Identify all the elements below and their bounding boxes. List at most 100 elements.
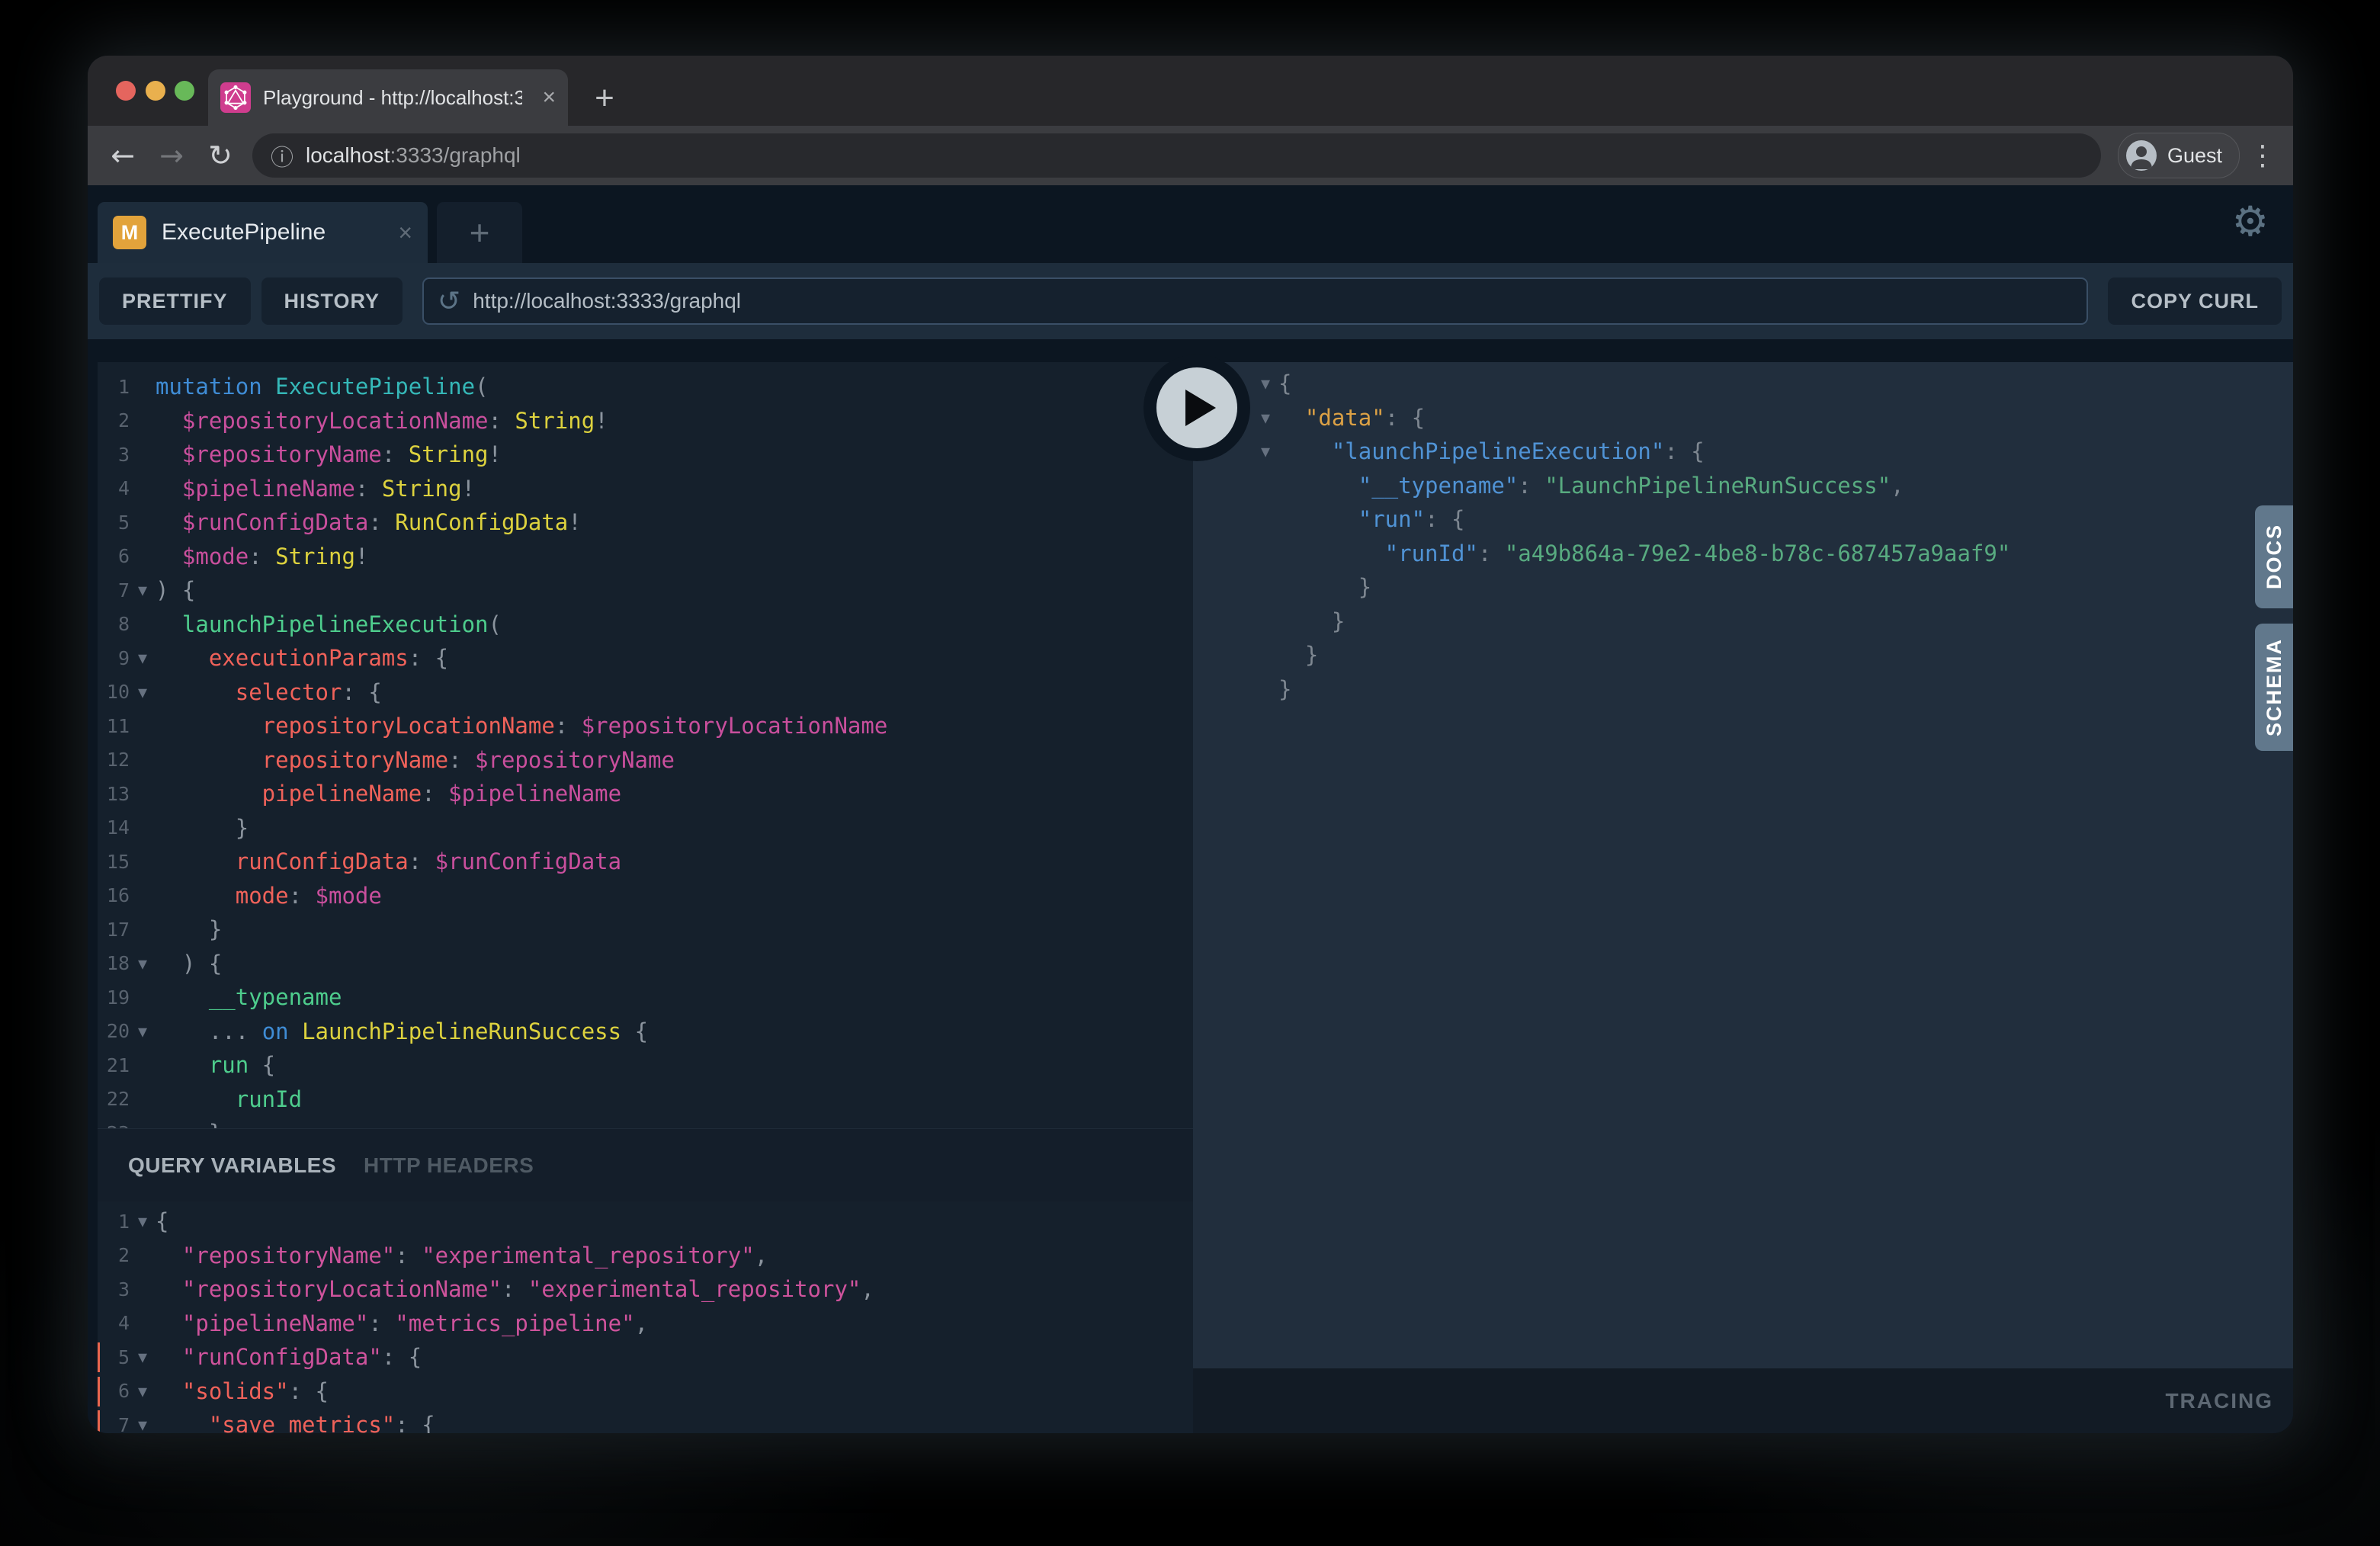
browser-window: Playground - http://localhost:3 × + ← → … [88,56,2293,1433]
code-line: 9▾ executionParams: { [98,641,1193,675]
traffic-close-button[interactable] [116,81,136,101]
new-session-tab-button[interactable]: + [437,202,522,263]
line-number: 12 [98,749,130,771]
mutation-badge: M [113,216,146,249]
fold-arrow-icon[interactable]: ▾ [130,579,156,601]
prettify-button[interactable]: PRETTIFY [99,277,251,325]
line-number: 19 [98,986,130,1009]
line-number: 13 [98,783,130,805]
session-close-icon[interactable]: × [398,219,412,247]
fold-arrow-icon[interactable]: ▾ [1253,441,1278,462]
code-line: 2 $repositoryLocationName: String! [98,404,1193,438]
line-number: 1 [98,1211,130,1233]
code-line: 7▾ "save_metrics": { [98,1408,1193,1433]
code-text: executionParams: { [156,641,448,675]
code-line: 18▾ ) { [98,947,1193,981]
code-line: 20▾ ... on LaunchPipelineRunSuccess { [98,1015,1193,1049]
line-number: 10 [98,681,130,703]
response-line: } [1253,570,2293,605]
docs-side-tab[interactable]: DOCS [2255,505,2293,608]
settings-gear-icon[interactable]: ⚙ [2232,197,2269,245]
reload-icon[interactable]: ↻ [196,139,245,172]
code-text: runConfigData: $runConfigData [156,845,621,879]
url-bar[interactable]: ⓘ localhost:3333/graphql [252,133,2101,178]
line-number: 5 [98,512,130,534]
lint-marker-icon [98,1410,100,1433]
play-icon [1156,367,1237,448]
code-line: 1mutation ExecutePipeline( [98,370,1193,404]
site-info-icon[interactable]: ⓘ [271,139,293,172]
forward-icon[interactable]: → [147,139,196,172]
traffic-zoom-button[interactable] [175,81,194,101]
line-number: 4 [98,1312,130,1334]
code-text: "solids": { [156,1374,329,1409]
history-button[interactable]: HISTORY [261,277,403,325]
fold-arrow-icon[interactable]: ▾ [130,1021,156,1042]
code-line: 5 $runConfigData: RunConfigData! [98,505,1193,540]
person-icon [2126,140,2157,171]
code-text: } [1278,638,1318,672]
code-text: } [156,811,249,845]
code-text: "pipelineName": "metrics_pipeline", [156,1307,648,1341]
browser-tab-title: Playground - http://localhost:3 [263,86,522,110]
copy-curl-button[interactable]: COPY CURL [2108,277,2282,325]
tab-query-variables[interactable]: QUERY VARIABLES [128,1153,336,1178]
code-text: { [1278,367,1291,401]
code-line: 23 } [98,1116,1193,1128]
fold-arrow-icon[interactable]: ▾ [1253,373,1278,394]
browser-tab[interactable]: Playground - http://localhost:3 × [208,69,568,126]
traffic-minimize-button[interactable] [146,81,165,101]
code-text: __typename [156,980,342,1015]
profile-button[interactable]: Guest [2118,133,2240,178]
fold-arrow-icon[interactable]: ▾ [130,647,156,669]
fold-arrow-icon[interactable]: ▾ [130,682,156,703]
line-number: 21 [98,1054,130,1076]
back-icon[interactable]: ← [98,139,147,172]
code-line: 4 "pipelineName": "metrics_pipeline", [98,1307,1193,1341]
code-line: 22 runId [98,1083,1193,1117]
browser-menu-icon[interactable]: ⋮ [2240,140,2285,172]
response-line: "run": { [1253,502,2293,537]
line-number: 20 [98,1020,130,1042]
fold-arrow-icon[interactable]: ▾ [1253,407,1278,428]
code-line: 1▾{ [98,1204,1193,1239]
line-number: 7 [98,579,130,601]
line-number: 2 [98,409,130,431]
line-number: 5 [98,1346,130,1368]
code-line: 19 __typename [98,980,1193,1015]
code-line: 13 pipelineName: $pipelineName [98,777,1193,811]
tracing-label[interactable]: TRACING [2165,1389,2273,1413]
new-tab-button[interactable]: + [585,79,624,118]
response-line: "runId": "a49b864a-79e2-4be8-b78c-687457… [1253,537,2293,571]
line-number: 4 [98,477,130,499]
line-number: 16 [98,884,130,906]
response-line: } [1253,672,2293,707]
code-line: 6 $mode: String! [98,540,1193,574]
tab-http-headers[interactable]: HTTP HEADERS [364,1153,534,1178]
playground-toolbar: PRETTIFY HISTORY ↺ http://localhost:3333… [88,263,2293,339]
response-line: ▾ "data": { [1253,401,2293,435]
fold-arrow-icon[interactable]: ▾ [130,1346,156,1368]
tab-close-icon[interactable]: × [542,86,556,109]
session-tab-executepipeline[interactable]: M ExecutePipeline × [98,202,428,263]
response-line: } [1253,638,2293,672]
graphql-favicon-icon [220,82,251,113]
browser-toolbar: ← → ↻ ⓘ localhost:3333/graphql Guest ⋮ [88,126,2293,185]
response-footer: TRACING [1193,1368,2293,1433]
code-line: 12 repositoryName: $repositoryName [98,743,1193,778]
variables-editor[interactable]: 1▾{2 "repositoryName": "experimental_rep… [98,1201,1193,1433]
fold-arrow-icon[interactable]: ▾ [130,1414,156,1433]
code-line: 7▾) { [98,573,1193,608]
endpoint-input[interactable]: ↺ http://localhost:3333/graphql [422,277,2088,325]
code-text: mode: $mode [156,879,382,913]
code-text: "repositoryName": "experimental_reposito… [156,1239,768,1273]
fold-arrow-icon[interactable]: ▾ [130,953,156,974]
schema-side-tab[interactable]: SCHEMA [2255,624,2293,751]
code-text: "save_metrics": { [156,1408,435,1433]
execute-button[interactable] [1143,354,1250,461]
restore-endpoint-icon[interactable]: ↺ [438,286,460,317]
fold-arrow-icon[interactable]: ▾ [130,1381,156,1402]
line-number: 11 [98,715,130,737]
query-editor[interactable]: 1mutation ExecutePipeline(2 $repositoryL… [98,362,1193,1128]
fold-arrow-icon[interactable]: ▾ [130,1211,156,1232]
